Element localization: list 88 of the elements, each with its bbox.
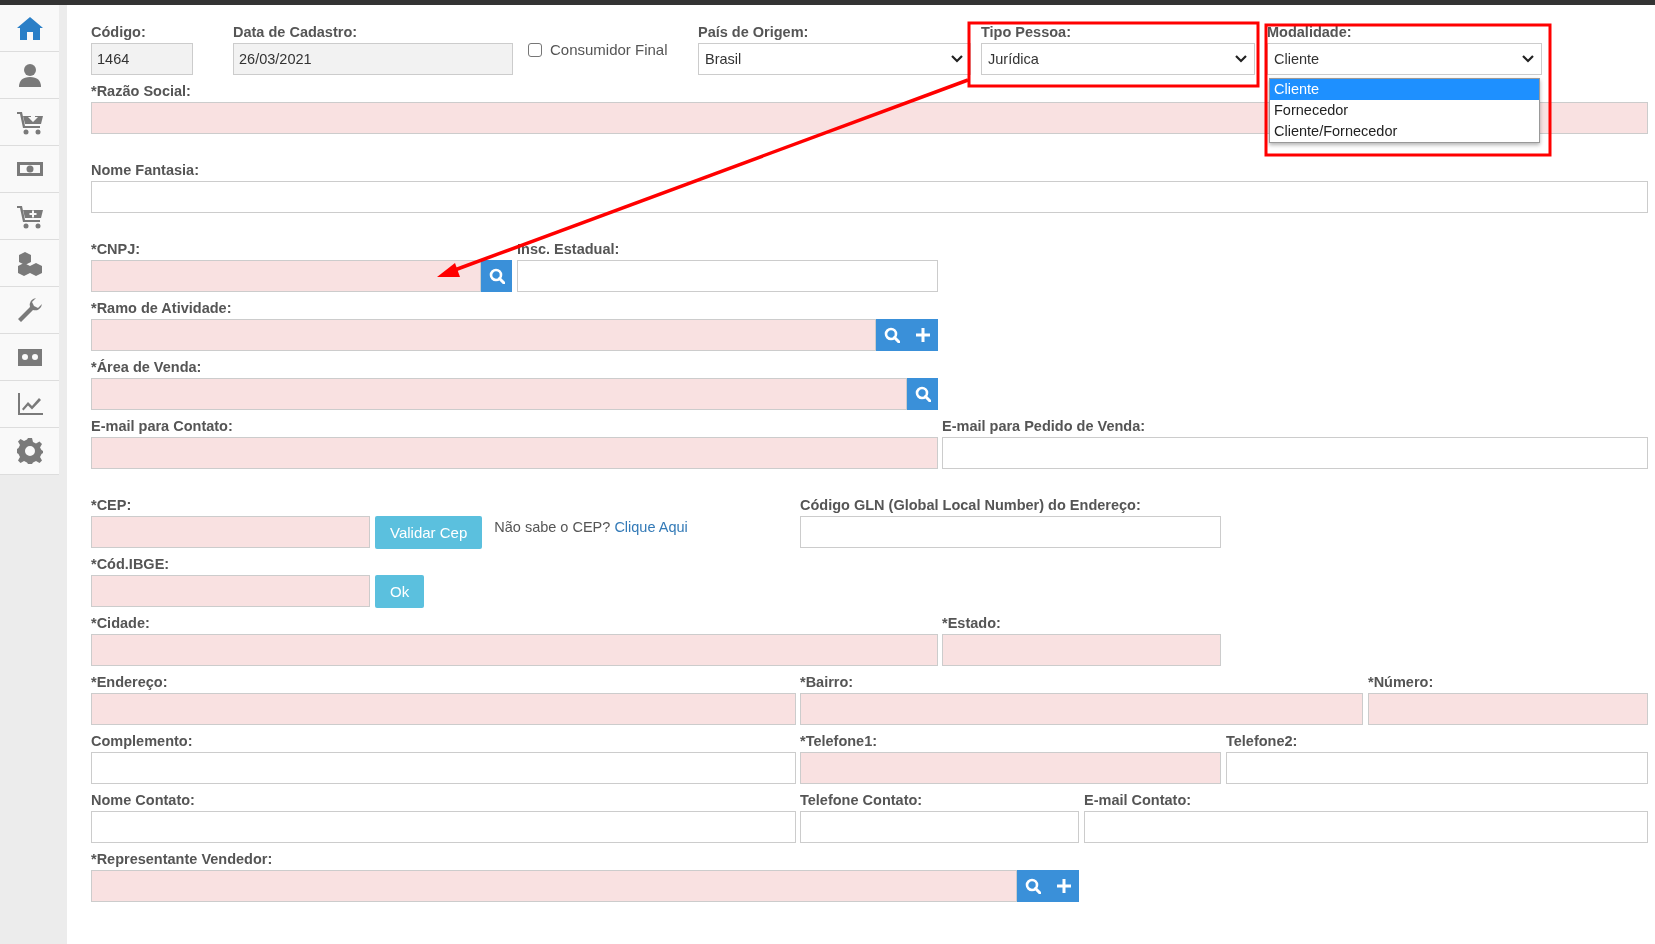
search-icon — [883, 327, 900, 343]
field-label: *CNPJ: — [91, 240, 141, 259]
help-text: Não sabe o CEP? Clique Aqui — [494, 518, 688, 537]
add-button[interactable] — [907, 319, 938, 351]
input-field[interactable] — [91, 752, 796, 784]
field-label: Código GLN (Global Local Number) do Endereço: — [800, 496, 1141, 515]
field-label: *CEP: — [91, 496, 132, 515]
field-label: *Razão Social: — [91, 82, 191, 101]
chevron-down-icon — [1234, 54, 1248, 64]
field-label: Nome Fantasia: — [91, 161, 199, 180]
sidebar-item[interactable] — [0, 287, 59, 334]
sidebar-item[interactable] — [0, 193, 59, 240]
input-field[interactable] — [91, 319, 876, 351]
field-label: *Número: — [1368, 673, 1434, 692]
input-field[interactable] — [91, 516, 370, 548]
field-label: E-mail para Contato: — [91, 417, 233, 436]
sidebar-item[interactable] — [0, 146, 59, 193]
field-label: Complemento: — [91, 732, 193, 751]
field-label: Tipo Pessoa: — [981, 23, 1071, 42]
dropdown-option[interactable]: Cliente/Fornecedor — [1270, 121, 1539, 142]
checkbox-label: Consumidor Final — [550, 41, 668, 58]
add-button[interactable] — [1048, 870, 1079, 902]
search-icon — [1024, 878, 1041, 894]
input-field[interactable] — [800, 693, 1363, 725]
field-label: Código: — [91, 23, 146, 42]
search-button[interactable] — [876, 319, 907, 351]
cubes-icon — [15, 249, 44, 277]
field-label: E-mail Contato: — [1084, 791, 1192, 810]
sidebar-item[interactable] — [0, 334, 59, 381]
input-field[interactable] — [91, 811, 796, 843]
input-field[interactable] — [91, 870, 1017, 902]
field-label: *Cód.IBGE: — [91, 555, 170, 574]
search-button[interactable] — [481, 260, 512, 292]
field-label: Insc. Estadual: — [517, 240, 620, 259]
field-label: *Cidade: — [91, 614, 150, 633]
input-field[interactable] — [91, 575, 370, 607]
field-label: Nome Contato: — [91, 791, 195, 810]
field-label: *Área de Venda: — [91, 358, 202, 377]
field-label: *Representante Vendedor: — [91, 850, 273, 869]
gear-icon — [15, 437, 44, 465]
field-label: Data de Cadastro: — [233, 23, 358, 42]
search-button[interactable] — [907, 378, 938, 410]
field-label: *Endereço: — [91, 673, 168, 692]
dropdown-option[interactable]: Fornecedor — [1270, 100, 1539, 121]
input-field[interactable] — [942, 437, 1648, 469]
field-label: *Estado: — [942, 614, 1001, 633]
search-button[interactable] — [1017, 870, 1048, 902]
search-icon — [488, 268, 505, 284]
input-field[interactable] — [1226, 752, 1648, 784]
home-icon — [15, 14, 44, 42]
input-field[interactable] — [800, 516, 1221, 548]
help-link[interactable]: Clique Aqui — [614, 519, 688, 535]
field-label: Modalidade: — [1267, 23, 1352, 42]
input-field[interactable] — [91, 260, 481, 292]
input-field[interactable] — [91, 181, 1648, 213]
chevron-down-icon — [1521, 54, 1535, 64]
plus-icon — [914, 327, 931, 343]
input-field[interactable] — [1084, 811, 1648, 843]
field-label: Telefone Contato: — [800, 791, 923, 810]
field-label: *Ramo de Atividade: — [91, 299, 232, 318]
sidebar-item[interactable] — [0, 381, 59, 428]
plus-icon — [1055, 878, 1072, 894]
sidebar-item[interactable] — [0, 5, 59, 52]
sidebar-item[interactable] — [0, 52, 59, 99]
input-field[interactable] — [91, 693, 796, 725]
field-label: *Telefone1: — [800, 732, 878, 751]
checkbox[interactable] — [528, 42, 542, 57]
select-field[interactable]: Brasil — [698, 43, 971, 75]
line-chart-icon — [15, 390, 44, 418]
sidebar-item[interactable] — [0, 428, 59, 475]
input-field[interactable] — [91, 437, 938, 469]
sidebar-item[interactable] — [0, 240, 59, 287]
input-field[interactable] — [91, 634, 938, 666]
input-field[interactable] — [942, 634, 1221, 666]
search-icon — [914, 386, 931, 402]
chevron-down-icon — [950, 54, 964, 64]
input-field[interactable] — [91, 378, 907, 410]
input-field[interactable] — [800, 752, 1221, 784]
input-field[interactable] — [1368, 693, 1648, 725]
input-field[interactable] — [800, 811, 1079, 843]
field-label: País de Origem: — [698, 23, 809, 42]
field-label: E-mail para Pedido de Venda: — [942, 417, 1146, 436]
sidebar-item[interactable] — [0, 99, 59, 146]
select-field[interactable]: Jurídica — [981, 43, 1255, 75]
input-field[interactable] — [517, 260, 938, 292]
select-field[interactable]: Cliente — [1267, 43, 1542, 75]
field-label: *Bairro: — [800, 673, 854, 692]
field-label: Telefone2: — [1226, 732, 1298, 751]
